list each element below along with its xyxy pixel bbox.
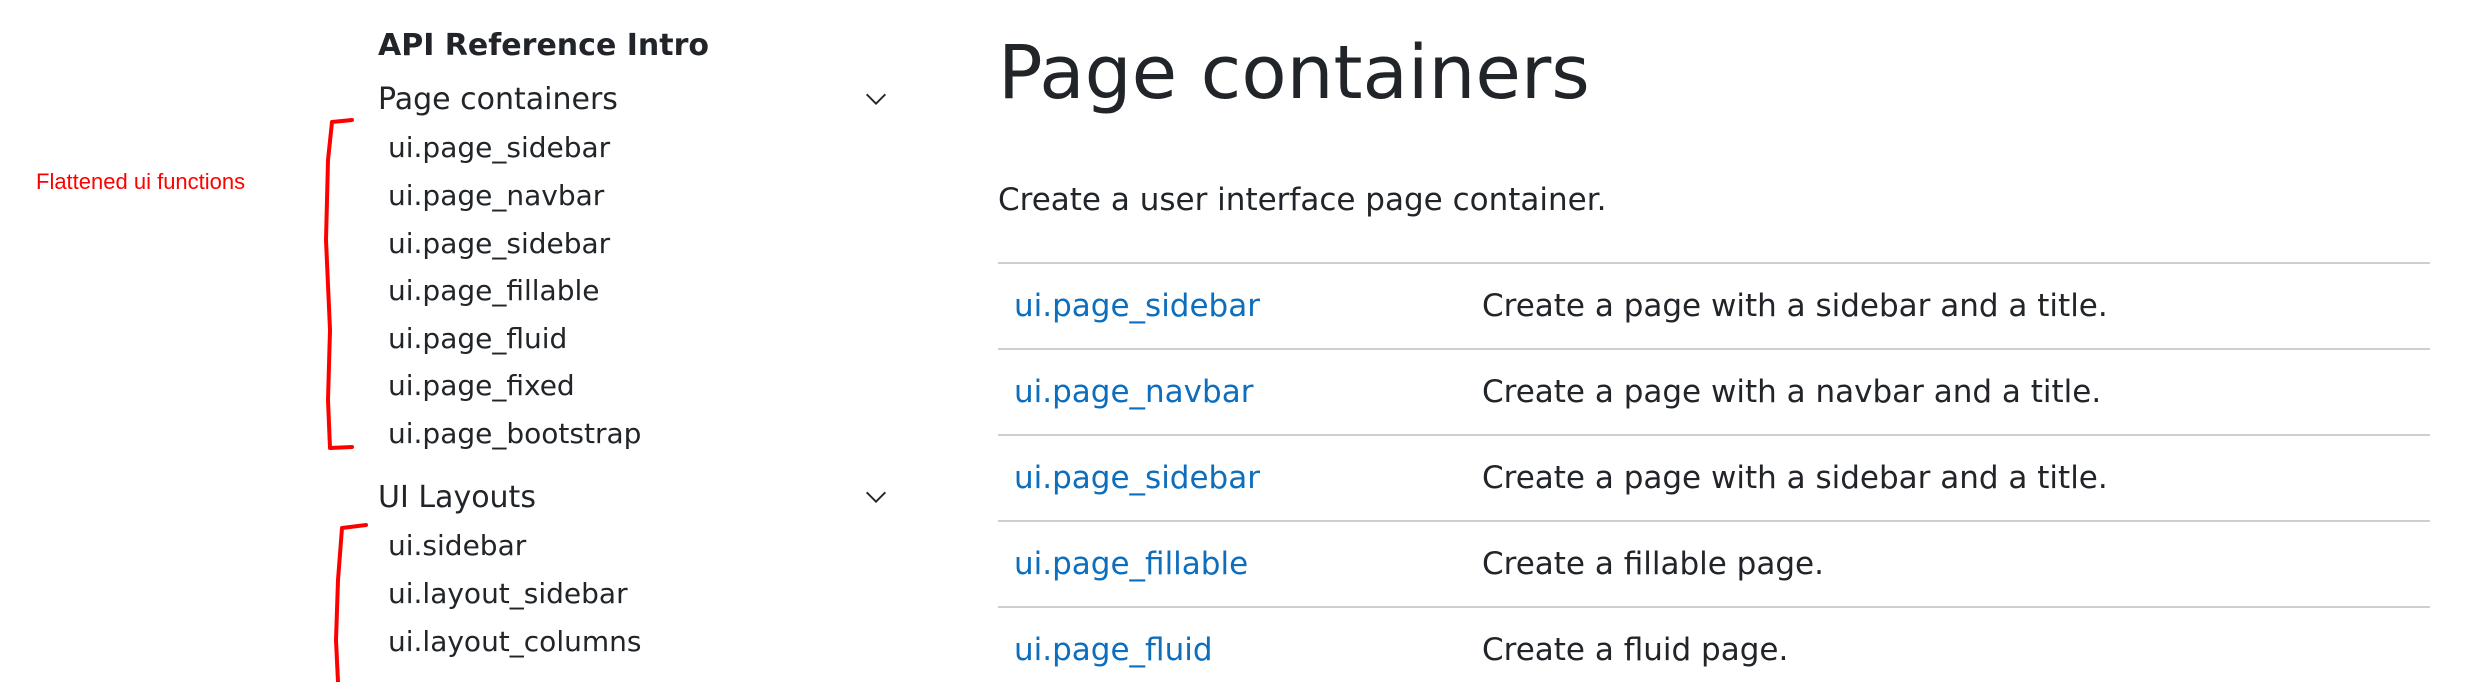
- sidebar-item-layout-columns[interactable]: ui.layout_columns: [388, 618, 641, 666]
- sidebar-item-sidebar[interactable]: ui.sidebar: [388, 522, 526, 570]
- page-description: Create a user interface page container.: [998, 182, 1607, 218]
- function-link[interactable]: ui.page_fluid: [1014, 608, 1213, 692]
- sidebar-item-page-fixed[interactable]: ui.page_fixed: [388, 362, 575, 410]
- sidebar-item-page-fillable[interactable]: ui.page_fillable: [388, 267, 600, 315]
- function-link[interactable]: ui.page_navbar: [1014, 350, 1253, 434]
- sidebar-section-title: Page containers: [378, 81, 618, 117]
- table-row: ui.page_sidebar Create a page with a sid…: [998, 262, 2430, 348]
- sidebar-item-page-fluid[interactable]: ui.page_fluid: [388, 315, 567, 363]
- reference-table: ui.page_sidebar Create a page with a sid…: [998, 262, 2430, 692]
- sidebar-item-page-sidebar-2[interactable]: ui.page_sidebar: [388, 220, 610, 268]
- function-description: Create a fluid page.: [1482, 632, 1789, 668]
- chevron-down-icon[interactable]: [862, 85, 890, 113]
- table-row: ui.page_sidebar Create a page with a sid…: [998, 434, 2430, 520]
- sidebar-section-ui-layouts[interactable]: UI Layouts: [378, 473, 898, 521]
- function-link[interactable]: ui.page_sidebar: [1014, 436, 1260, 520]
- table-row: ui.page_fillable Create a fillable page.: [998, 520, 2430, 606]
- function-description: Create a fillable page.: [1482, 546, 1824, 582]
- sidebar-section-title: UI Layouts: [378, 479, 536, 515]
- chevron-down-icon[interactable]: [862, 483, 890, 511]
- sidebar-item-page-navbar[interactable]: ui.page_navbar: [388, 172, 604, 220]
- sidebar-item-layout-sidebar[interactable]: ui.layout_sidebar: [388, 570, 628, 618]
- sidebar-section-page-containers[interactable]: Page containers: [378, 75, 898, 123]
- sidebar-item-page-bootstrap[interactable]: ui.page_bootstrap: [388, 410, 641, 458]
- function-description: Create a page with a sidebar and a title…: [1482, 288, 2108, 324]
- table-row: ui.page_fluid Create a fluid page.: [998, 606, 2430, 692]
- function-description: Create a page with a sidebar and a title…: [1482, 460, 2108, 496]
- function-description: Create a page with a navbar and a title.: [1482, 374, 2102, 410]
- table-row: ui.page_navbar Create a page with a navb…: [998, 348, 2430, 434]
- annotation-label: Flattened ui functions: [36, 169, 246, 194]
- page-title: Page containers: [998, 30, 1590, 116]
- sidebar-item-api-reference-intro[interactable]: API Reference Intro: [378, 28, 709, 63]
- sidebar-item-page-sidebar[interactable]: ui.page_sidebar: [388, 124, 610, 172]
- function-link[interactable]: ui.page_sidebar: [1014, 264, 1260, 348]
- function-link[interactable]: ui.page_fillable: [1014, 522, 1248, 606]
